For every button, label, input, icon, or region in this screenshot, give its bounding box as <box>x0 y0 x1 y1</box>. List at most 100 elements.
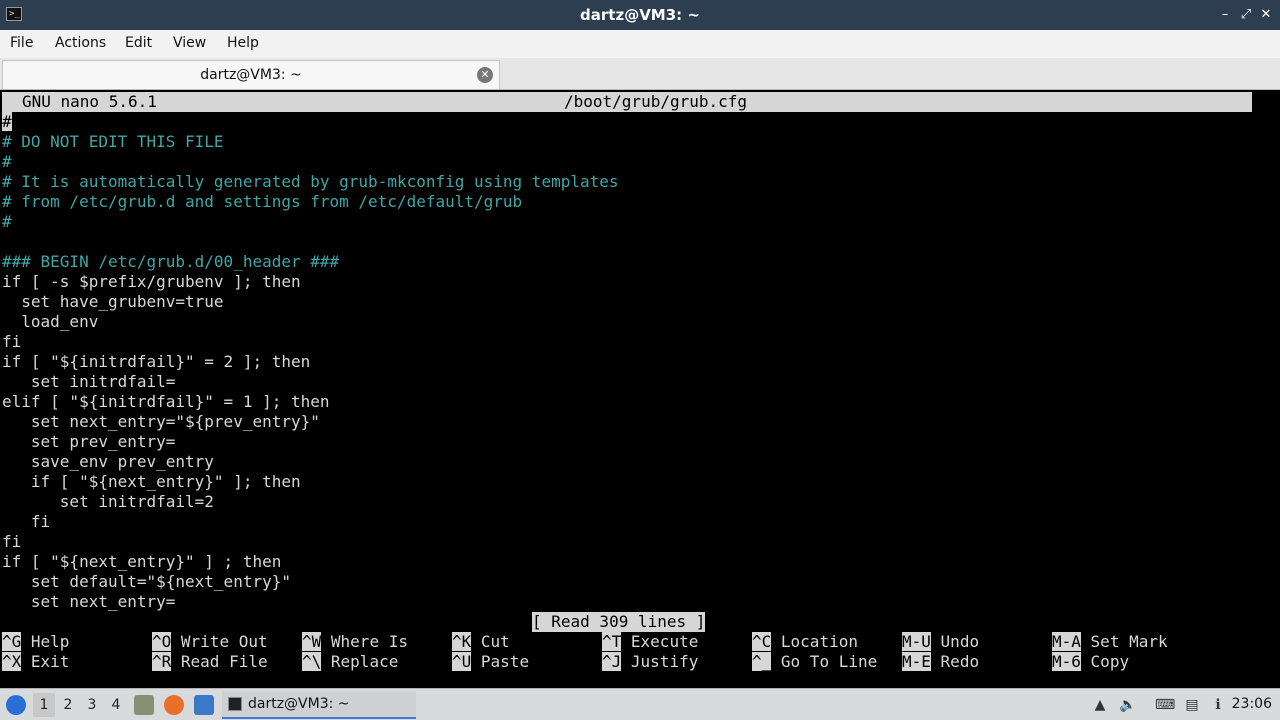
editor-line: # <box>2 112 619 132</box>
shortcut-redo[interactable]: M-E Redo <box>902 652 979 672</box>
shortcut-paste[interactable]: ^U Paste <box>452 652 529 672</box>
shortcut-where-is[interactable]: ^W Where Is <box>302 632 408 652</box>
workspace-1[interactable]: 1 <box>33 693 55 717</box>
menu-file[interactable]: File <box>10 35 33 51</box>
shortcut-justify[interactable]: ^J Justify <box>602 652 698 672</box>
volume-icon[interactable]: 🔈 <box>1118 695 1138 715</box>
shortcut-execute[interactable]: ^T Execute <box>602 632 698 652</box>
shortcut-gap <box>1081 632 1091 651</box>
shortcut-write-out[interactable]: ^O Write Out <box>152 632 268 652</box>
shortcut-label: Redo <box>940 652 980 671</box>
menu-edit[interactable]: Edit <box>125 35 152 51</box>
workspace-3[interactable]: 3 <box>81 693 103 717</box>
shortcut-label: Location <box>780 632 858 651</box>
tab-bar: dartz@VM3: ~ ✕ <box>0 58 1280 90</box>
shortcut-label: Execute <box>630 632 699 651</box>
shortcut-label: Justify <box>630 652 699 671</box>
terminal-task-icon <box>228 697 242 711</box>
menu-actions[interactable]: Actions <box>55 35 106 51</box>
shortcut-replace[interactable]: ^\ Replace <box>302 652 398 672</box>
shortcut-label: Cut <box>480 632 510 651</box>
text-cursor: # <box>2 112 12 131</box>
editor-line: # It is automatically generated by grub-… <box>2 172 619 191</box>
menu-view[interactable]: View <box>173 35 206 51</box>
shortcut-go-to-line[interactable]: ^_ Go To Line <box>752 652 877 672</box>
shortcut-read-file[interactable]: ^R Read File <box>152 652 268 672</box>
editor-line: # DO NOT EDIT THIS FILE <box>2 132 224 151</box>
scrollbar[interactable] <box>1254 90 1280 688</box>
task-terminal[interactable]: dartz@VM3: ~ <box>222 691 416 719</box>
workspace-4[interactable]: 4 <box>105 693 127 717</box>
editor-line: fi <box>2 532 22 551</box>
menu-bar: File Actions Edit View Help <box>0 30 1280 58</box>
shortcut-label: Copy <box>1090 652 1130 671</box>
shortcut-gap <box>471 632 481 651</box>
shortcut-gap <box>931 652 941 671</box>
shortcut-location[interactable]: ^C Location <box>752 632 858 652</box>
editor-line: if [ "${initrdfail}" = 2 ]; then <box>2 352 311 371</box>
tray-up-arrow-icon[interactable]: ▲ <box>1090 695 1110 715</box>
shortcut-gap <box>621 632 631 651</box>
shortcut-gap <box>471 652 481 671</box>
editor-line: # <box>2 152 12 171</box>
shortcut-cut[interactable]: ^K Cut <box>452 632 510 652</box>
window-title-bar[interactable]: >_ dartz@VM3: ~ – ⤢ ✕ <box>0 0 1280 30</box>
close-button[interactable]: ✕ <box>1257 6 1275 24</box>
shortcut-gap <box>321 652 331 671</box>
shortcut-label: Undo <box>940 632 980 651</box>
shortcut-key: ^O <box>152 632 172 651</box>
notification-icon[interactable]: ℹ <box>1208 695 1228 715</box>
shortcut-gap <box>621 652 631 671</box>
nano-title-bar: GNU nano 5.6.1 /boot/grub/grub.cfg <box>2 92 1252 112</box>
start-menu-icon[interactable] <box>6 695 26 715</box>
editor-line: set next_entry= <box>2 592 176 611</box>
shortcut-key: ^C <box>752 632 772 651</box>
clipboard-icon[interactable]: ▤ <box>1182 695 1202 715</box>
shortcut-key: M-U <box>902 632 931 651</box>
window-title: dartz@VM3: ~ <box>580 6 700 24</box>
keyboard-icon[interactable]: ⌨ <box>1155 695 1175 715</box>
nano-filename: /boot/grub/grub.cfg <box>564 92 748 111</box>
editor-line: save_env prev_entry <box>2 452 214 471</box>
shortcut-label: Read File <box>180 652 268 671</box>
terminal-area[interactable]: GNU nano 5.6.1 /boot/grub/grub.cfg # # DO… <box>0 90 1280 688</box>
nano-version: GNU nano 5.6.1 <box>22 92 157 111</box>
terminal-tab[interactable]: dartz@VM3: ~ ✕ <box>2 60 500 89</box>
tab-close-icon[interactable]: ✕ <box>477 67 493 83</box>
minimize-button[interactable]: – <box>1216 6 1234 24</box>
firefox-icon[interactable] <box>164 695 184 715</box>
shortcut-label: Where Is <box>330 632 408 651</box>
shortcut-key: ^R <box>152 652 172 671</box>
editor-line: set next_entry="${prev_entry}" <box>2 412 320 431</box>
shortcut-help[interactable]: ^G Help <box>2 632 69 652</box>
shortcut-gap <box>171 652 181 671</box>
shortcut-key: ^X <box>2 652 22 671</box>
nano-status: [ Read 309 lines ] <box>532 612 706 632</box>
shortcut-gap <box>21 652 31 671</box>
file-manager-icon[interactable] <box>134 695 154 715</box>
shortcut-key: ^J <box>602 652 622 671</box>
shortcut-gap <box>21 632 31 651</box>
desktop-icon[interactable] <box>194 695 214 715</box>
editor-line: if [ "${next_entry}" ]; then <box>2 472 301 491</box>
workspace-2[interactable]: 2 <box>57 693 79 717</box>
shortcut-exit[interactable]: ^X Exit <box>2 652 69 672</box>
shortcut-set-mark[interactable]: M-A Set Mark <box>1052 632 1168 652</box>
shortcut-key: M-6 <box>1052 652 1081 671</box>
shortcut-gap <box>771 652 781 671</box>
editor-line: if [ "${next_entry}" ] ; then <box>2 552 282 571</box>
editor-line: set have_grubenv=true <box>2 292 224 311</box>
shortcut-gap <box>771 632 781 651</box>
shortcut-gap <box>931 632 941 651</box>
taskbar: 1 2 3 4 dartz@VM3: ~ ▲ 🔈 ⌨ ▤ ℹ 23:06 <box>0 688 1280 720</box>
shortcut-copy[interactable]: M-6 Copy <box>1052 652 1129 672</box>
shortcut-key: ^\ <box>302 652 322 671</box>
shortcut-undo[interactable]: M-U Undo <box>902 632 979 652</box>
menu-help[interactable]: Help <box>227 35 259 51</box>
shortcut-label: Go To Line <box>780 652 878 671</box>
shortcut-key: ^K <box>452 632 472 651</box>
shortcut-key: ^U <box>452 652 472 671</box>
editor-line: # <box>2 212 12 231</box>
editor-buffer[interactable]: # # DO NOT EDIT THIS FILE # # It is automat… <box>2 112 619 612</box>
maximize-button[interactable]: ⤢ <box>1237 6 1255 24</box>
